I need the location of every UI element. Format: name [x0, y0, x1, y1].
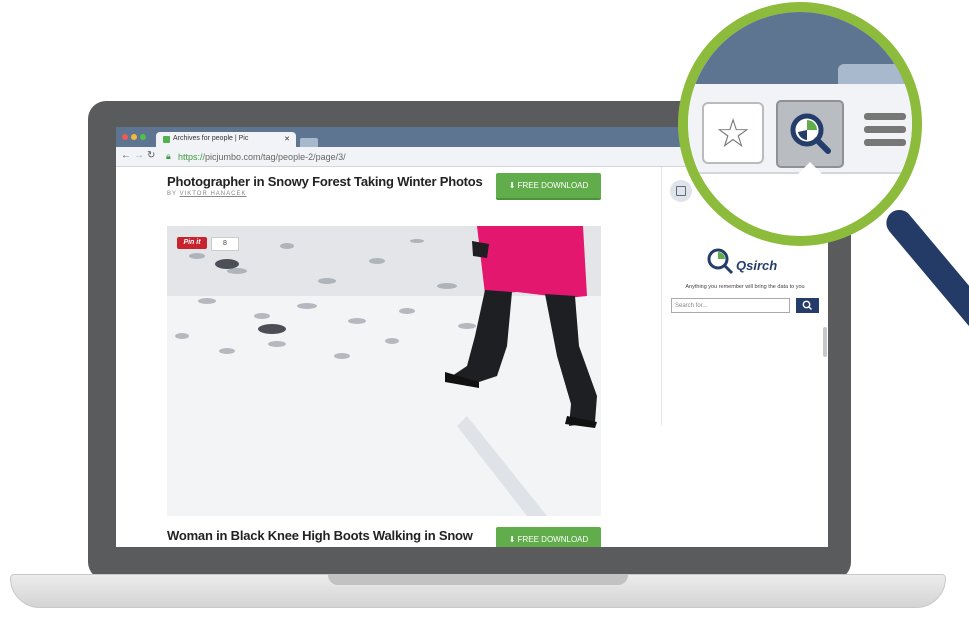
reload-icon[interactable]: ↻	[147, 150, 155, 161]
download-icon: ⬇︎	[508, 535, 516, 544]
download-label: FREE DOWNLOAD	[517, 181, 589, 190]
address-bar[interactable]: https://picjumbo.com/tag/people-2/page/3…	[178, 152, 346, 162]
qsirch-brand: Qsirch	[736, 258, 778, 273]
favicon-icon	[163, 136, 170, 143]
minimize-window-dot[interactable]	[131, 134, 137, 140]
qsirch-tagline: Anything you remember will bring the dat…	[685, 284, 805, 290]
post-title[interactable]: Woman in Black Knee High Boots Walking i…	[167, 528, 473, 543]
photo-illustration	[167, 226, 601, 516]
search-icon	[802, 300, 812, 310]
post-byline: BY VIKTOR HANACEK	[167, 191, 246, 197]
close-window-dot[interactable]	[122, 134, 128, 140]
tab-archives[interactable]: Archives for people | Pic ✕	[156, 132, 296, 147]
post-title[interactable]: Photographer in Snowy Forest Taking Wint…	[167, 174, 483, 189]
byline-label: BY	[167, 191, 177, 197]
qsirch-logo-icon	[706, 247, 734, 280]
popup-pointer	[796, 162, 824, 176]
tab-close-icon[interactable]: ✕	[284, 135, 290, 143]
free-download-button[interactable]: ⬇︎ FREE DOWNLOAD	[496, 527, 601, 547]
forward-arrow-icon[interactable]: →	[134, 150, 144, 161]
author-link[interactable]: VIKTOR HANACEK	[180, 191, 247, 197]
qsirch-extension-icon[interactable]	[776, 100, 844, 168]
maximize-window-dot[interactable]	[140, 134, 146, 140]
pin-count: 8	[211, 237, 239, 251]
pin-it-button[interactable]: Pin it	[177, 237, 207, 249]
new-tab-button[interactable]	[300, 138, 318, 147]
lock-icon: 🔒︎	[166, 151, 171, 161]
magnifier-lens: ☆	[678, 2, 922, 246]
qsirch-search-button[interactable]	[796, 298, 819, 313]
laptop-notch	[328, 574, 628, 585]
tab-title: Archives for people | Pic	[173, 135, 249, 142]
free-download-button[interactable]: ⬇︎ FREE DOWNLOAD	[496, 173, 601, 200]
download-icon: ⬇︎	[508, 181, 516, 190]
qsirch-search-input[interactable]: Search for...	[671, 298, 790, 313]
bookmark-star-icon[interactable]: ☆	[702, 102, 764, 164]
download-label: FREE DOWNLOAD	[517, 535, 589, 544]
snow-walking-photo[interactable]	[167, 226, 601, 516]
browser-menu-icon[interactable]	[864, 113, 906, 152]
url-path: picjumbo.com/tag/people-2/page/3/	[205, 152, 346, 162]
popup-scrollbar[interactable]	[823, 327, 827, 357]
url-protocol: https://	[178, 152, 206, 162]
back-arrow-icon[interactable]: ←	[121, 150, 131, 161]
